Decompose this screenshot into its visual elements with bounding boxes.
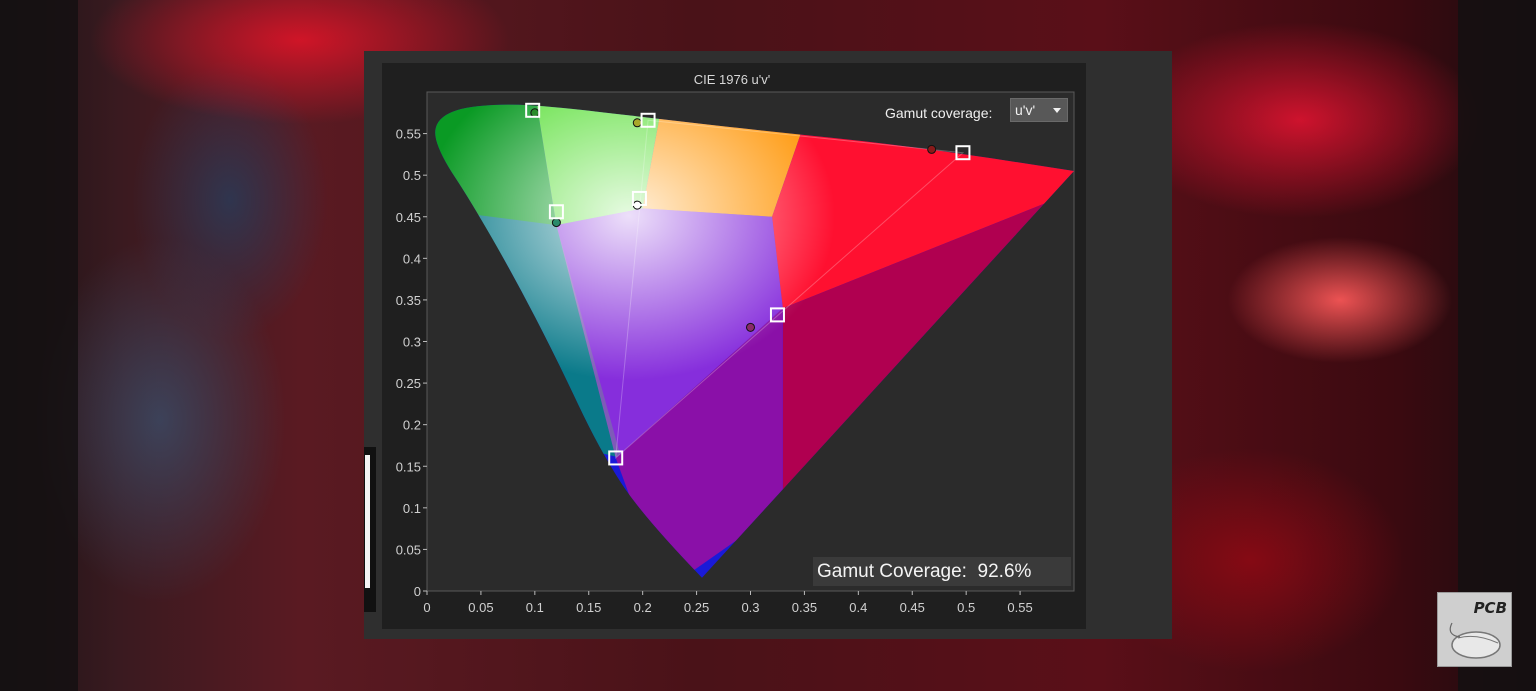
gamut-coverage-result: Gamut Coverage: 92.6% (813, 557, 1071, 586)
chart-title: CIE 1976 u'v' (693, 72, 771, 87)
y-tick-label: 0.45 (396, 210, 421, 225)
measured-point (927, 144, 937, 154)
x-tick-label: 0.25 (684, 600, 709, 615)
logo-text: PCB (1473, 599, 1507, 617)
x-tick-label: 0.55 (1007, 600, 1032, 615)
x-tick-label: 0.5 (957, 600, 975, 615)
right-letterbox (1458, 0, 1536, 691)
y-tick-label: 0.4 (403, 251, 421, 266)
measured-point (551, 218, 561, 228)
y-tick-label: 0.1 (403, 501, 421, 516)
x-tick-label: 0.4 (849, 600, 867, 615)
x-tick-label: 0 (423, 600, 430, 615)
y-tick-label: 0.15 (396, 459, 421, 474)
y-tick-label: 0.25 (396, 376, 421, 391)
x-tick-label: 0.05 (468, 600, 493, 615)
pcb-logo: PCB (1437, 592, 1512, 667)
cie-chart: 0 0.05 0.1 0.15 0.2 0.25 0.3 0.35 0.4 0.45 0.5 0.55… (396, 91, 1075, 615)
gamut-coverage-result-label: Gamut Coverage: (817, 561, 967, 582)
gamut-coverage-label: Gamut coverage: (885, 105, 993, 121)
y-tick-label: 0.2 (403, 418, 421, 433)
measured-point (746, 322, 755, 332)
gamut-coverage-dropdown[interactable]: u'v' (1010, 98, 1068, 122)
x-tick-label: 0.1 (526, 600, 544, 615)
measured-point (632, 118, 642, 128)
y-tick-label: 0 (414, 584, 421, 599)
gamut-coverage-spacer (967, 561, 978, 582)
y-tick-label: 0.05 (396, 542, 421, 557)
chevron-down-icon (1053, 108, 1061, 113)
left-letterbox (0, 0, 78, 691)
x-tick-label: 0.15 (576, 600, 601, 615)
y-tick-label: 0.55 (396, 127, 421, 142)
y-tick-label: 0.3 (403, 335, 421, 350)
x-tick-label: 0.35 (792, 600, 817, 615)
y-tick-label: 0.35 (396, 293, 421, 308)
x-tick-label: 0.2 (634, 600, 652, 615)
gamut-coverage-value: u'v' (1015, 102, 1036, 118)
measured-point (530, 108, 540, 118)
y-tick-label: 0.5 (403, 168, 421, 183)
gamut-coverage-result-value: 92.6% (977, 561, 1032, 582)
x-tick-label: 0.3 (741, 600, 759, 615)
x-tick-label: 0.45 (900, 600, 925, 615)
